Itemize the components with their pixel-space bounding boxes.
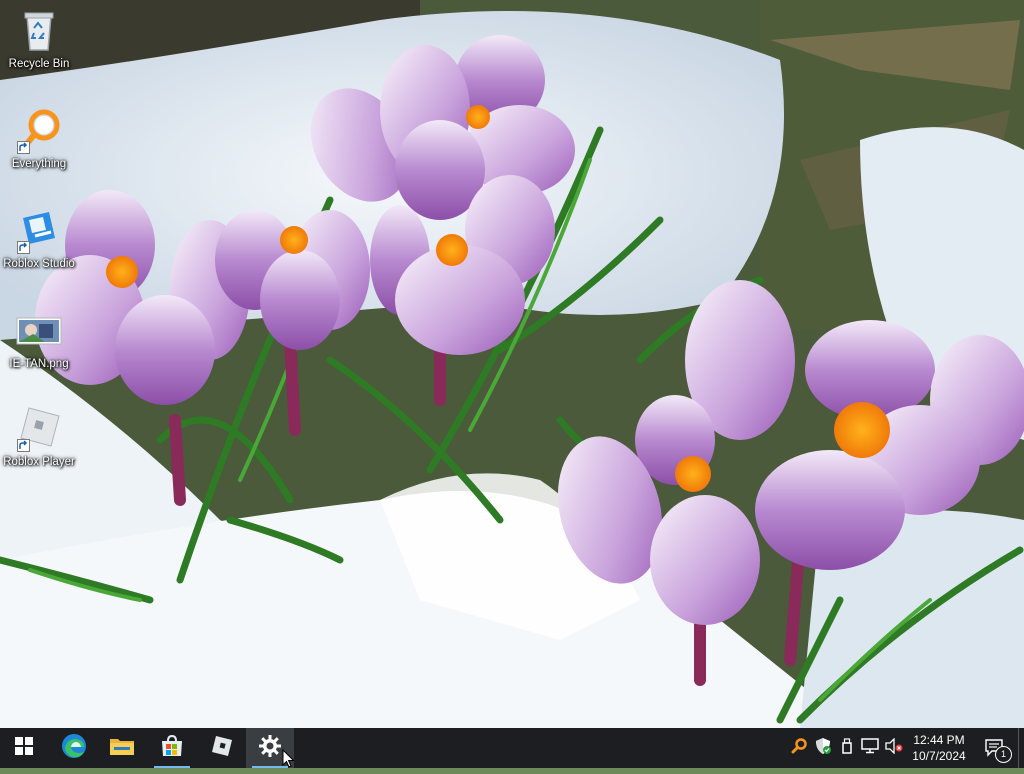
taskbar-clock[interactable]: 12:44 PM 10/7/2024 bbox=[906, 728, 972, 768]
tray-usb-button[interactable] bbox=[838, 737, 856, 759]
desktop-icon-label: IE-TAN.png bbox=[9, 358, 69, 370]
tray-network-button[interactable] bbox=[861, 737, 879, 759]
windows-security-icon bbox=[815, 737, 831, 760]
recycle-bin-icon bbox=[15, 6, 63, 54]
network-icon bbox=[861, 737, 879, 759]
roblox-studio-icon bbox=[15, 206, 63, 254]
taskbar-microsoft-store-button[interactable] bbox=[148, 728, 196, 768]
desktop-icon-everything[interactable]: Everything bbox=[0, 100, 78, 184]
taskbar: 12:44 PM 10/7/2024 1 bbox=[0, 728, 1024, 768]
windows-start-icon bbox=[15, 736, 33, 760]
taskbar-file-explorer-button[interactable] bbox=[98, 728, 146, 768]
shortcut-arrow-icon bbox=[17, 241, 30, 254]
usb-device-icon bbox=[841, 737, 853, 759]
shortcut-arrow-icon bbox=[17, 439, 30, 452]
microsoft-store-icon bbox=[160, 734, 184, 763]
settings-gear-icon bbox=[259, 734, 281, 762]
desktop-wallpaper bbox=[0, 0, 1024, 728]
everything-tray-icon bbox=[791, 737, 807, 759]
volume-muted-icon bbox=[885, 736, 903, 759]
start-button[interactable] bbox=[0, 728, 48, 768]
notification-icon: 1 bbox=[984, 737, 1012, 763]
show-desktop-button[interactable] bbox=[1018, 728, 1024, 768]
taskbar-edge-button[interactable] bbox=[50, 728, 98, 768]
notification-center-button[interactable]: 1 bbox=[980, 728, 1012, 768]
desktop-icon-roblox-studio[interactable]: Roblox Studio bbox=[0, 200, 78, 284]
clock-time: 12:44 PM bbox=[913, 733, 965, 747]
roblox-icon bbox=[211, 735, 233, 762]
mouse-cursor-icon bbox=[282, 748, 296, 769]
taskbar-roblox-button[interactable] bbox=[198, 728, 246, 768]
tray-security-button[interactable] bbox=[814, 737, 832, 760]
desktop-icon-roblox-player[interactable]: Roblox Player bbox=[0, 398, 78, 482]
desktop-icon-label: Recycle Bin bbox=[8, 58, 70, 70]
file-explorer-icon bbox=[110, 736, 134, 761]
desktop-icon-recycle-bin[interactable]: Recycle Bin bbox=[0, 0, 78, 84]
roblox-player-icon bbox=[15, 404, 63, 452]
tray-volume-button[interactable] bbox=[885, 736, 903, 759]
desktop-icon-label: Roblox Player bbox=[3, 456, 75, 468]
everything-search-icon bbox=[15, 106, 63, 154]
shortcut-arrow-icon bbox=[17, 141, 30, 154]
desktop-icon-label: Roblox Studio bbox=[3, 258, 75, 270]
clock-date: 10/7/2024 bbox=[912, 749, 966, 763]
desktop-icon-ie-tan-png[interactable]: IE-TAN.png bbox=[0, 300, 78, 384]
image-file-icon bbox=[15, 306, 63, 354]
tray-everything-button[interactable] bbox=[790, 737, 808, 759]
edge-icon bbox=[61, 733, 87, 764]
notification-count-badge: 1 bbox=[995, 746, 1012, 763]
desktop-icon-label: Everything bbox=[11, 158, 67, 170]
